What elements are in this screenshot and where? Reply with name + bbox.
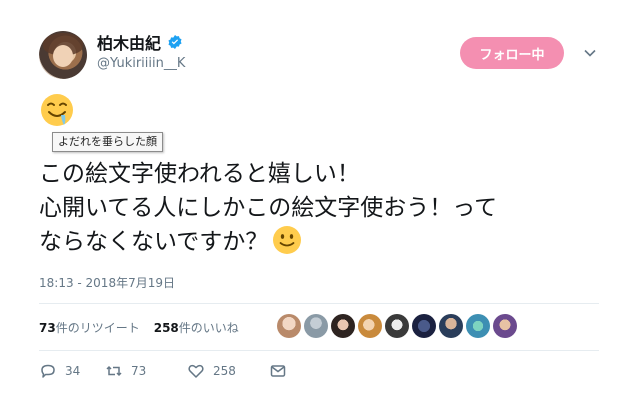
reply-button[interactable]: 34 bbox=[39, 362, 105, 380]
retweet-stat-count: 73 bbox=[39, 320, 56, 335]
verified-badge-icon bbox=[168, 35, 182, 49]
following-button[interactable]: フォロー中 bbox=[460, 37, 564, 69]
retweet-button[interactable]: 73 bbox=[105, 362, 187, 380]
user-handle[interactable]: @Yukiriiiin__K bbox=[97, 56, 185, 71]
retweet-stat-label: 件のリツイート bbox=[55, 320, 140, 335]
tweet-card: 柏木由紀 @Yukiriiiin__K フォロー中 よだれを垂らした顔 この絵文… bbox=[0, 0, 639, 409]
liker-avatars bbox=[277, 314, 517, 338]
retweet-stat[interactable]: 73件のリツイート bbox=[39, 319, 140, 336]
like-stat[interactable]: 258件のいいね bbox=[154, 319, 239, 336]
retweet-count: 73 bbox=[131, 364, 147, 378]
name-row: 柏木由紀 bbox=[97, 30, 183, 54]
divider-top bbox=[39, 303, 599, 304]
engagement-stats: 73件のリツイート 258件のいいね bbox=[39, 317, 253, 337]
retweet-icon bbox=[106, 365, 122, 377]
divider-bottom bbox=[39, 350, 599, 351]
avatar-face bbox=[53, 45, 73, 67]
tweet-line-3: ならなくないですか？ bbox=[39, 229, 269, 255]
chevron-down-icon[interactable] bbox=[583, 46, 597, 60]
reply-icon bbox=[41, 364, 55, 378]
display-name[interactable]: 柏木由紀 bbox=[97, 30, 161, 54]
reply-count: 34 bbox=[65, 364, 81, 378]
liker-avatar[interactable] bbox=[439, 314, 463, 338]
liker-avatar[interactable] bbox=[493, 314, 517, 338]
user-avatar[interactable] bbox=[39, 31, 87, 79]
like-stat-label: 件のいいね bbox=[178, 320, 239, 335]
like-stat-count: 258 bbox=[153, 320, 179, 335]
like-button[interactable]: 258 bbox=[187, 362, 269, 380]
slightly-smiling-face-emoji-icon bbox=[273, 226, 302, 254]
like-count: 258 bbox=[213, 364, 236, 378]
envelope-icon bbox=[270, 365, 286, 377]
liker-avatar[interactable] bbox=[466, 314, 490, 338]
tweet-timestamp[interactable]: 18:13 - 2018年7月19日 bbox=[39, 274, 175, 291]
liker-avatar[interactable] bbox=[412, 314, 436, 338]
heart-icon bbox=[188, 364, 204, 378]
liker-avatar[interactable] bbox=[385, 314, 409, 338]
liker-avatar[interactable] bbox=[358, 314, 382, 338]
tweet-line-1: この絵文字使われると嬉しい！ bbox=[39, 161, 360, 187]
direct-message-button[interactable] bbox=[269, 362, 287, 380]
tweet-line-2: 心開いてる人にしかこの絵文字使おう！って bbox=[39, 195, 498, 221]
liker-avatar[interactable] bbox=[304, 314, 328, 338]
tweet-actions: 34 73 258 bbox=[39, 360, 287, 382]
tweet-line-3-wrap: ならなくないですか？ bbox=[39, 225, 599, 259]
emoji-tooltip: よだれを垂らした顔 bbox=[52, 132, 163, 152]
tweet-text: この絵文字使われると嬉しい！ 心開いてる人にしかこの絵文字使おう！って ならなく… bbox=[39, 157, 599, 259]
liker-avatar[interactable] bbox=[277, 314, 301, 338]
liker-avatar[interactable] bbox=[331, 314, 355, 338]
drooling-face-emoji-icon bbox=[41, 94, 73, 126]
